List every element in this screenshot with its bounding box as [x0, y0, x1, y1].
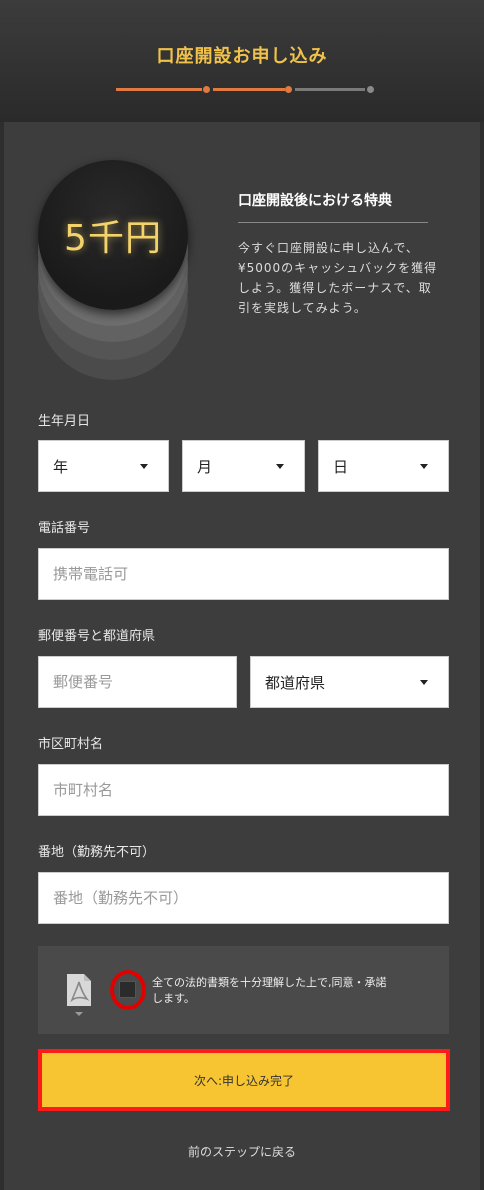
coin-top: 5千円: [38, 160, 188, 310]
page-title: 口座開設お申し込み: [156, 46, 328, 67]
birthdate-label: 生年月日: [38, 414, 91, 429]
birth-year-select[interactable]: 年: [38, 440, 169, 492]
birth-day-select[interactable]: 日: [318, 440, 449, 492]
coin-amount: 5千円: [64, 218, 162, 259]
birth-year-value: 年: [53, 457, 69, 476]
agreement-text: 全ての法的書類を十分理解した上で,同意・承諾します。: [152, 976, 387, 1005]
progress-segment: [295, 88, 365, 91]
progress-dot: [285, 86, 292, 93]
prefecture-select[interactable]: 都道府県: [250, 656, 449, 708]
address-input[interactable]: [38, 872, 449, 924]
divider: [238, 222, 428, 223]
phone-label: 電話番号: [38, 521, 91, 536]
agreement-checkbox[interactable]: [119, 981, 136, 998]
progress-segment: [116, 88, 202, 91]
progress-dot: [367, 86, 374, 93]
pdf-icon[interactable]: [64, 972, 94, 1018]
city-label: 市区町村名: [38, 737, 104, 752]
phone-input[interactable]: [38, 548, 449, 600]
birth-month-select[interactable]: 月: [182, 440, 305, 492]
caret-down-icon: [420, 464, 428, 469]
benefit-title: 口座開設後における特典: [238, 193, 392, 209]
birth-day-value: 日: [333, 457, 349, 476]
benefit-description: 今すぐ口座開設に申し込んで、¥5000のキャッシュバックを獲得しよう。獲得したボ…: [238, 241, 438, 315]
header: 口座開設お申し込み: [0, 0, 484, 122]
caret-down-icon: [140, 464, 148, 469]
birth-month-value: 月: [197, 457, 213, 476]
caret-down-icon: [420, 680, 428, 685]
prefecture-value: 都道府県: [265, 673, 326, 692]
city-input[interactable]: [38, 764, 449, 816]
postal-label: 郵便番号と都道府県: [38, 629, 156, 644]
next-button[interactable]: 次へ:申し込み完了: [38, 1049, 450, 1111]
address-label: 番地（勤務先不可）: [38, 845, 156, 860]
progress-segment: [213, 88, 285, 91]
progress-dot: [203, 86, 210, 93]
next-button-label: 次へ:申し込み完了: [193, 1073, 295, 1088]
coin-stack-graphic: 5千円: [38, 160, 188, 385]
caret-down-icon: [276, 464, 284, 469]
back-link[interactable]: 前のステップに戻る: [0, 1143, 484, 1160]
postal-code-input[interactable]: [38, 656, 237, 708]
progress-indicator: [116, 85, 376, 93]
